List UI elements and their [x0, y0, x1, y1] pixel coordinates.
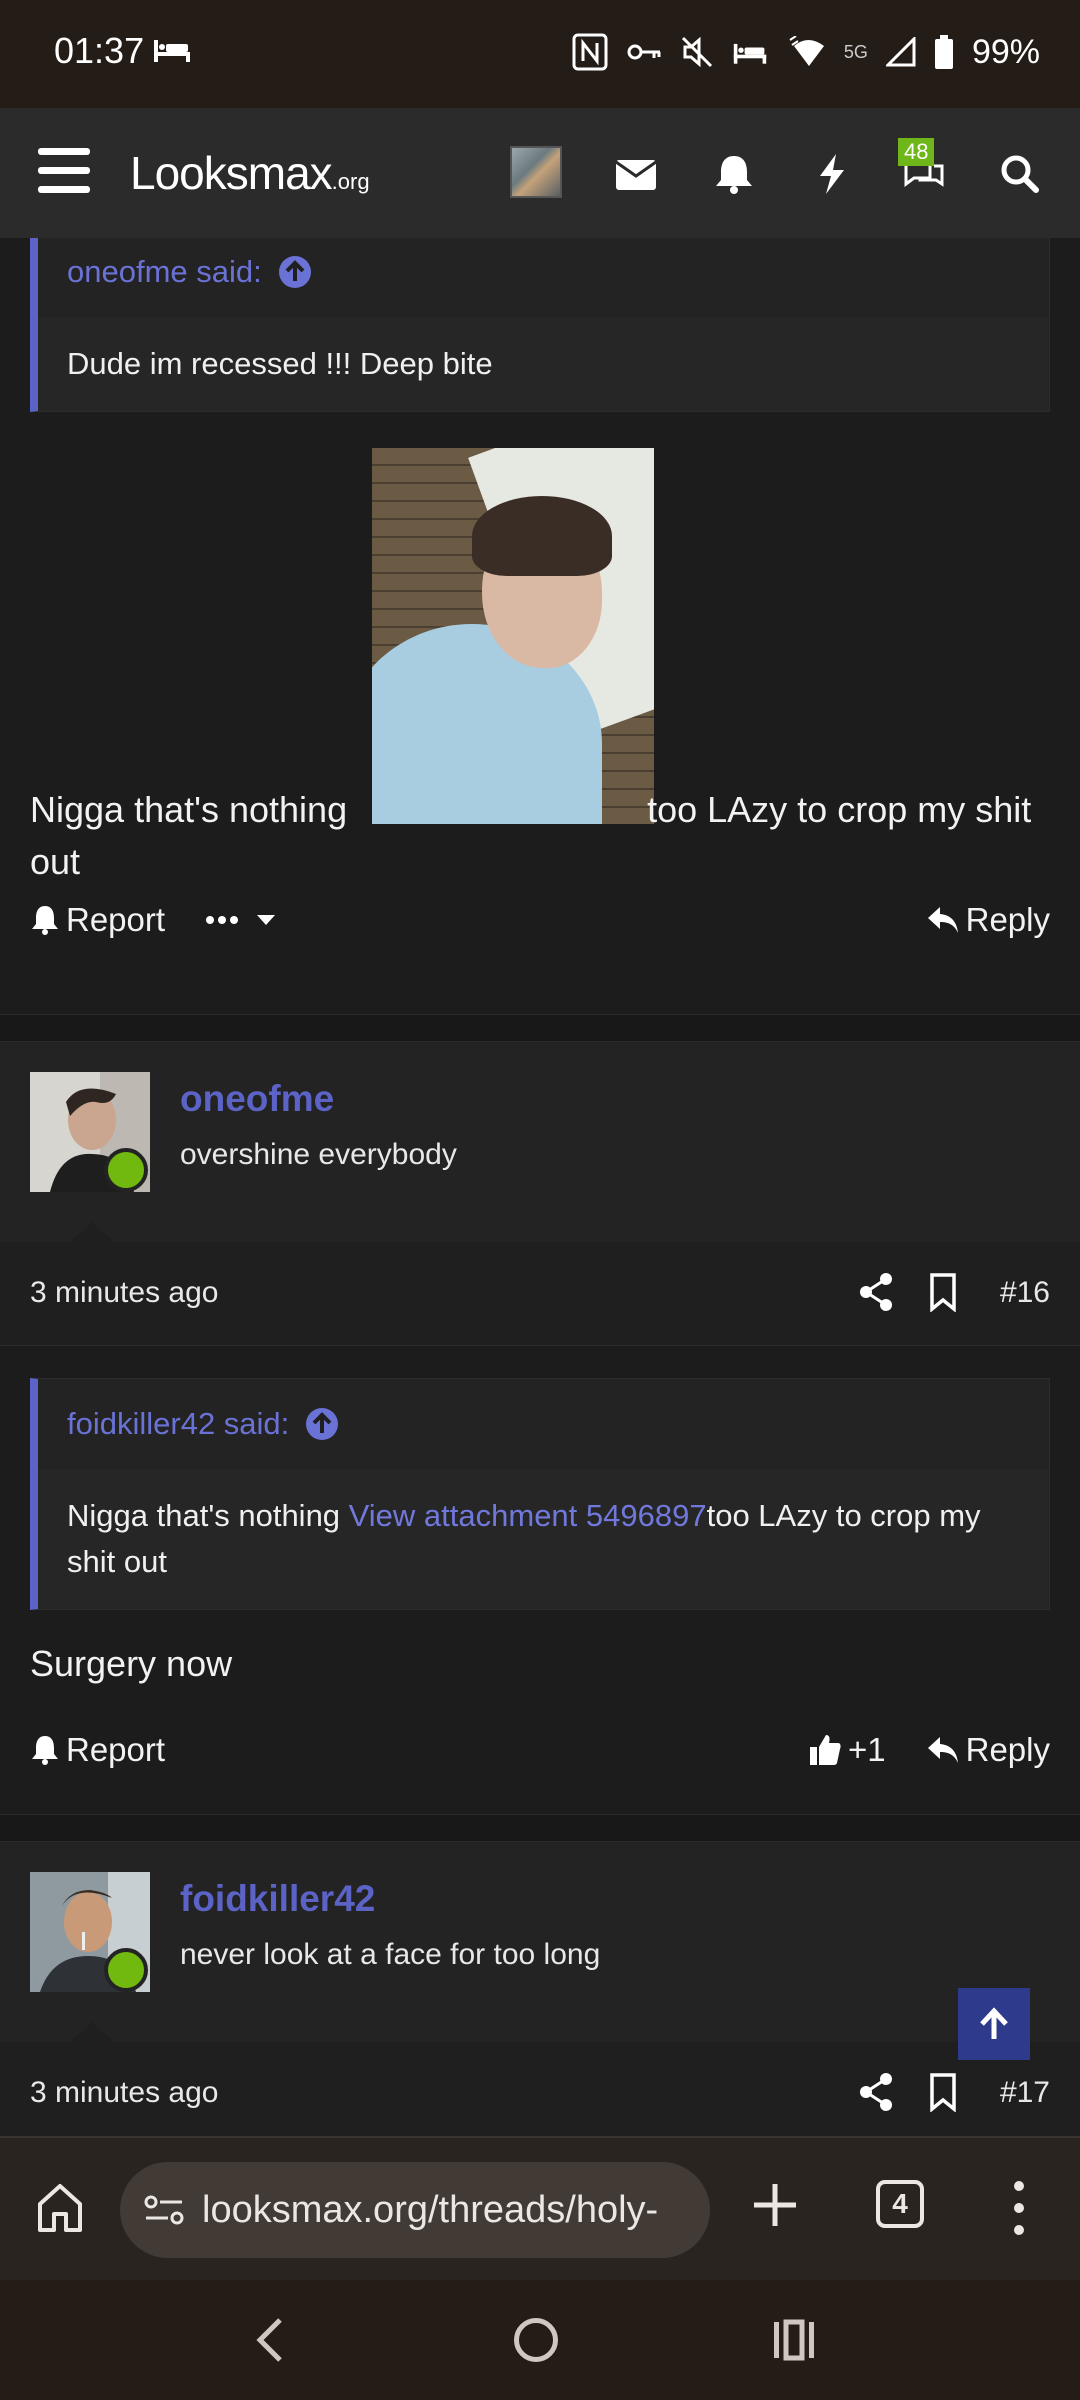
post-user-block: foidkiller42 never look at a face for to… [0, 1842, 1080, 2044]
signal-icon [885, 37, 916, 67]
wifi-icon [789, 36, 824, 66]
thumbs-up-icon [810, 1735, 841, 1765]
arrow-up-icon [980, 2007, 1008, 2039]
bookmark-icon[interactable] [928, 2072, 958, 2112]
avatar[interactable] [30, 1072, 150, 1192]
notch [68, 1222, 116, 1244]
like-count: +1 [848, 1731, 886, 1768]
search-icon[interactable] [998, 154, 1042, 194]
reply-icon [927, 1737, 958, 1763]
jump-up-icon[interactable] [305, 1407, 339, 1441]
status-icons: 5G 99% [572, 30, 1040, 74]
report-button[interactable]: Report [30, 1731, 165, 1769]
user-title: overshine everybody [180, 1138, 457, 1171]
online-status-indicator [104, 1948, 148, 1992]
user-title: never look at a face for too long [180, 1938, 601, 1971]
quote-header[interactable]: foidkiller42 said: [38, 1379, 1049, 1469]
address-bar[interactable]: looksmax.org/threads/holy- [120, 2162, 710, 2258]
quote-text: Nigga that's nothing View attachment 549… [38, 1469, 1049, 1609]
ellipsis-icon [206, 916, 239, 924]
share-icon[interactable] [858, 1272, 894, 1312]
attachment-link[interactable]: View attachment 5496897 [349, 1498, 707, 1533]
share-icon[interactable] [858, 2072, 894, 2112]
menu-icon[interactable] [38, 148, 90, 194]
back-icon[interactable] [250, 2316, 290, 2364]
quote-block: oneofme said: Dude im recessed !!! Deep … [30, 238, 1050, 412]
scroll-to-top-button[interactable] [958, 1988, 1030, 2060]
url-text[interactable]: looksmax.org/threads/holy- [202, 2189, 658, 2232]
username[interactable]: oneofme [180, 1078, 334, 1120]
browser-toolbar: looksmax.org/threads/holy- 4 [0, 2136, 1080, 2280]
home-icon[interactable] [36, 2182, 84, 2234]
quote-author[interactable]: oneofme said: [67, 254, 262, 290]
thread-content: oneofme said: Dude im recessed !!! Deep … [0, 238, 1080, 2136]
site-logo[interactable]: Looksmax.org [130, 146, 370, 200]
system-nav-bar [0, 2280, 1080, 2400]
mute-icon [681, 36, 712, 68]
post-body: Surgery now [30, 1643, 233, 1684]
post-actions: Report +1 Reply [30, 1720, 1050, 1780]
avatar[interactable] [30, 1872, 150, 1992]
battery-icon [934, 35, 953, 69]
recents-icon[interactable] [772, 2318, 816, 2362]
status-bar: 01:37 5G 99% [0, 0, 1080, 108]
nfc-icon [572, 33, 608, 71]
attachment-image[interactable] [372, 448, 654, 824]
network-type: 5G [843, 41, 868, 62]
like-button[interactable]: +1 [808, 1731, 886, 1769]
site-header: Looksmax.org 48 [0, 108, 1080, 238]
post-divider [0, 1814, 1080, 1842]
chat-badge: 48 [898, 138, 935, 166]
new-tab-icon[interactable] [752, 2182, 798, 2228]
tab-switcher-button[interactable]: 4 [876, 2180, 924, 2228]
post-number[interactable]: #16 [1000, 1276, 1050, 1310]
username[interactable]: foidkiller42 [180, 1878, 375, 1920]
home-circle-icon[interactable] [514, 2318, 558, 2362]
account-avatar[interactable] [510, 146, 562, 198]
quote-author[interactable]: foidkiller42 said: [67, 1406, 289, 1442]
post-time[interactable]: 3 minutes ago [30, 1276, 218, 1310]
post-number[interactable]: #17 [1000, 2076, 1050, 2110]
post-text-before: Nigga that's nothing [30, 789, 358, 830]
bell-icon [32, 1736, 58, 1765]
quote-text: Dude im recessed !!! Deep bite [38, 317, 1049, 411]
post-user-block: oneofme overshine everybody [0, 1042, 1080, 1244]
quote-block: foidkiller42 said: Nigga that's nothing … [30, 1378, 1050, 1610]
jump-up-icon[interactable] [278, 255, 312, 289]
lightning-icon[interactable] [810, 154, 854, 194]
post-actions: Report Reply [30, 890, 1050, 950]
vpn-key-icon [627, 44, 661, 60]
post-meta: 3 minutes ago #17 [0, 2042, 1080, 2136]
post-meta: 3 minutes ago #16 [0, 1242, 1080, 1346]
more-options-button[interactable] [205, 913, 277, 927]
mail-icon[interactable] [614, 154, 658, 194]
more-vert-icon[interactable] [1004, 2178, 1034, 2238]
bookmark-icon[interactable] [928, 1272, 958, 1312]
post-body: Nigga that's nothing too LAzy to crop my… [30, 784, 1050, 888]
post-time[interactable]: 3 minutes ago [30, 2076, 218, 2110]
site-settings-icon[interactable] [144, 2194, 184, 2226]
reply-button[interactable]: Reply [926, 901, 1050, 939]
report-button[interactable]: Report [30, 901, 165, 939]
reply-button[interactable]: Reply [926, 1731, 1050, 1769]
caret-down-icon [257, 915, 276, 925]
sleep-icon [154, 40, 190, 62]
online-status-indicator [104, 1148, 148, 1192]
sleep-mode-icon [733, 43, 767, 64]
post-divider [0, 1014, 1080, 1042]
reply-icon [927, 907, 958, 933]
bell-icon[interactable] [712, 154, 756, 194]
bell-icon [32, 906, 58, 935]
status-time: 01:37 [54, 30, 145, 71]
quote-header[interactable]: oneofme said: [38, 238, 1049, 317]
notch [68, 2022, 116, 2044]
battery-percent: 99% [971, 32, 1040, 71]
